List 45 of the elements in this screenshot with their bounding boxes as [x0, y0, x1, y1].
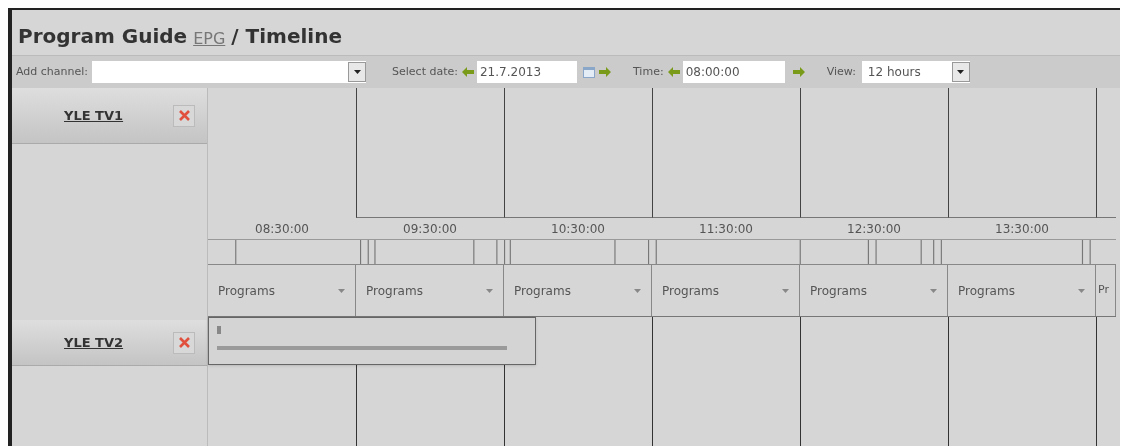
programs-dropdown[interactable]: Programs — [652, 265, 800, 316]
page-subtitle: / Timeline — [231, 23, 342, 50]
caret-icon — [634, 288, 641, 293]
programs-dropdown[interactable]: Programs — [356, 265, 504, 316]
dropdown-button[interactable] — [951, 62, 970, 82]
view-label: View: — [826, 63, 856, 80]
time-label: 11:30:00 — [699, 220, 753, 238]
add-channel-label: Add channel: — [16, 63, 89, 80]
calendar-icon[interactable] — [583, 66, 595, 78]
caret-icon — [957, 70, 965, 74]
left-arrow-icon[interactable] — [462, 67, 474, 77]
date-label: Select date: — [392, 63, 458, 80]
date-field[interactable]: 21.7.2013 — [477, 61, 577, 83]
time-field[interactable]: 08:00:00 — [682, 61, 785, 83]
caret-icon — [353, 70, 361, 74]
remove-button[interactable] — [173, 104, 195, 127]
time-label: Time: — [633, 63, 664, 80]
programs-dropdown[interactable]: Programs — [948, 265, 1096, 316]
programs-dropdown[interactable]: Programs — [504, 265, 652, 316]
time-label: 13:30:00 — [995, 220, 1049, 238]
caret-icon — [782, 288, 789, 293]
view-select[interactable]: 12 hours — [861, 61, 970, 83]
epg-link[interactable]: EPG — [193, 27, 226, 51]
right-arrow-icon[interactable] — [599, 67, 611, 77]
left-arrow-icon[interactable] — [667, 67, 680, 77]
time-label: 12:30:00 — [847, 220, 901, 238]
page-title: Program Guide — [18, 23, 188, 50]
remove-button[interactable] — [173, 331, 195, 354]
programs-dropdown[interactable]: Programs — [208, 265, 356, 316]
programs-dropdown[interactable]: Pr — [1096, 265, 1116, 316]
caret-icon — [338, 288, 345, 293]
dropdown-button[interactable] — [348, 62, 367, 82]
caret-icon — [1078, 288, 1085, 293]
programs-dropdown[interactable]: Programs — [800, 265, 948, 316]
channel-link[interactable]: YLE TV2 — [64, 332, 124, 353]
channel-link[interactable]: YLE TV1 — [64, 105, 124, 126]
close-icon — [178, 337, 190, 348]
caret-icon — [930, 288, 937, 293]
time-label: 08:30:00 — [255, 220, 309, 238]
time-label: 10:30:00 — [551, 220, 605, 238]
time-label: 09:30:00 — [403, 220, 457, 238]
close-icon — [178, 110, 190, 121]
right-arrow-icon[interactable] — [792, 67, 805, 77]
caret-icon — [486, 288, 493, 293]
view-value: 12 hours — [867, 64, 921, 81]
